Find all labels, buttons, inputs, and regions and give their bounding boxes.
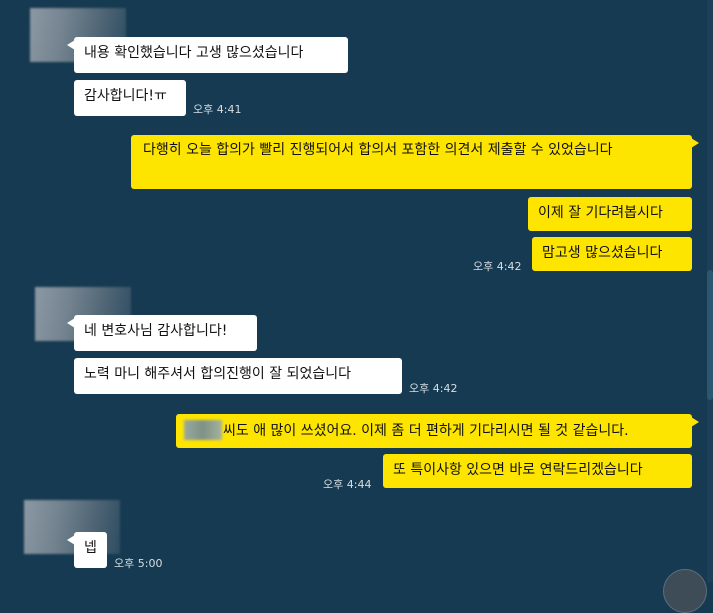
scrollbar-thumb[interactable]: [707, 270, 713, 400]
message-text: 또 특이사항 있으면 바로 연락드리겠습니다: [393, 462, 643, 478]
incoming-message[interactable]: 내용 확인했습니다 고생 많으셨습니다: [67, 37, 348, 73]
blurred-name: [184, 420, 222, 440]
message-time: 오후 5:00: [114, 557, 163, 570]
incoming-message[interactable]: 감사합니다!ㅠ: [74, 80, 186, 116]
scroll-down-button[interactable]: [663, 569, 707, 613]
message-text: 노력 마니 해주셔서 합의진행이 잘 되었습니다: [84, 366, 351, 382]
incoming-message[interactable]: 네 변호사님 감사합니다!: [67, 315, 257, 351]
message-text: 다행히 오늘 합의가 빨리 진행되어서 합의서 포함한 의견서 제출할 수 있었…: [143, 142, 613, 158]
message-text: 이제 잘 기다려봅시다: [538, 205, 663, 221]
outgoing-message[interactable]: 씨도 애 많이 쓰셨어요. 이제 좀 더 편하게 기다리시면 될 것 같습니다.: [176, 414, 699, 448]
message-time: 오후 4:41: [193, 103, 242, 116]
outgoing-message[interactable]: 이제 잘 기다려봅시다: [528, 197, 692, 231]
message-text: 내용 확인했습니다 고생 많으셨습니다: [84, 45, 304, 61]
message-text: 넵: [84, 540, 97, 556]
message-time: 오후 4:44: [323, 478, 372, 491]
outgoing-message[interactable]: 맘고생 많으셨습니다: [532, 237, 692, 271]
outgoing-message[interactable]: 다행히 오늘 합의가 빨리 진행되어서 합의서 포함한 의견서 제출할 수 있었…: [131, 135, 699, 189]
incoming-message[interactable]: 넵: [67, 532, 107, 568]
outgoing-message[interactable]: 또 특이사항 있으면 바로 연락드리겠습니다: [383, 454, 692, 488]
incoming-message[interactable]: 노력 마니 해주셔서 합의진행이 잘 되었습니다: [74, 358, 402, 394]
message-text: 씨도 애 많이 쓰셨어요. 이제 좀 더 편하게 기다리시면 될 것 같습니다.: [223, 423, 629, 439]
message-time: 오후 4:42: [473, 260, 522, 273]
scrollbar[interactable]: [707, 0, 713, 582]
message-time: 오후 4:42: [409, 382, 458, 395]
message-text: 맘고생 많으셨습니다: [542, 245, 663, 261]
message-text: 감사합니다!ㅠ: [84, 88, 167, 104]
message-text: 네 변호사님 감사합니다!: [84, 323, 228, 339]
